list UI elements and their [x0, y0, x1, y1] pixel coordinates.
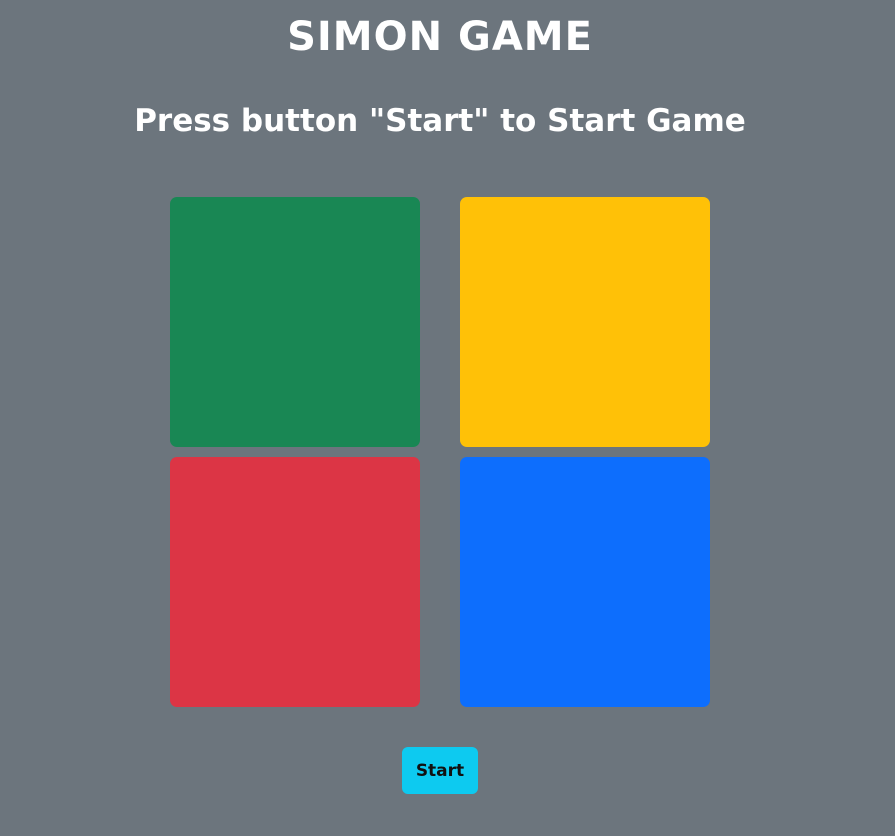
status-message: Press button "Start" to Start Game	[134, 103, 746, 139]
start-button[interactable]: Start	[402, 747, 478, 794]
game-title: SIMON GAME	[287, 14, 593, 60]
pad-green[interactable]	[170, 197, 420, 447]
pad-yellow[interactable]	[460, 197, 710, 447]
pad-blue[interactable]	[460, 457, 710, 707]
pad-red[interactable]	[170, 457, 420, 707]
